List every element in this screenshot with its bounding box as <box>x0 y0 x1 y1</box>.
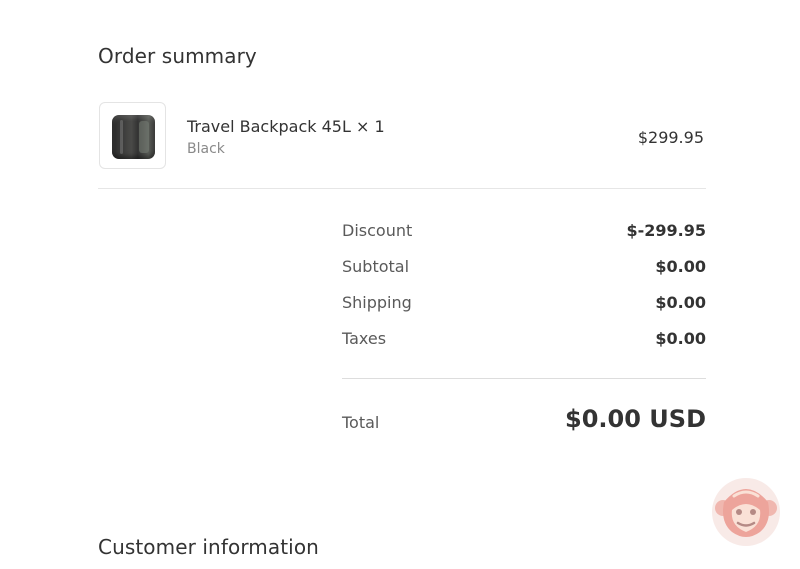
backpack-image <box>112 115 155 159</box>
customer-information-title: Customer information <box>98 535 319 559</box>
product-name: Travel Backpack 45L × 1 <box>187 117 385 136</box>
divider <box>342 378 706 379</box>
total-value: $0.00 USD <box>565 405 706 433</box>
taxes-row: Taxes $0.00 <box>342 329 706 351</box>
divider <box>98 188 706 189</box>
order-summary-title: Order summary <box>98 44 257 68</box>
shipping-value: $0.00 <box>655 293 706 312</box>
monkey-logo-icon <box>712 478 780 546</box>
shipping-row: Shipping $0.00 <box>342 293 706 315</box>
discount-label: Discount <box>342 221 413 240</box>
total-label: Total <box>342 413 380 432</box>
product-variant: Black <box>187 141 225 157</box>
taxes-label: Taxes <box>342 329 387 348</box>
discount-row: Discount $-299.95 <box>342 221 706 243</box>
product-line-item: Travel Backpack 45L × 1 Black $299.95 <box>99 102 706 172</box>
subtotal-value: $0.00 <box>655 257 706 276</box>
subtotal-label: Subtotal <box>342 257 410 276</box>
product-price: $299.95 <box>637 128 704 147</box>
product-thumbnail <box>99 102 166 169</box>
discount-value: $-299.95 <box>626 221 706 240</box>
total-row: Total $0.00 USD <box>342 405 706 439</box>
taxes-value: $0.00 <box>655 329 706 348</box>
shipping-label: Shipping <box>342 293 412 312</box>
subtotal-row: Subtotal $0.00 <box>342 257 706 279</box>
